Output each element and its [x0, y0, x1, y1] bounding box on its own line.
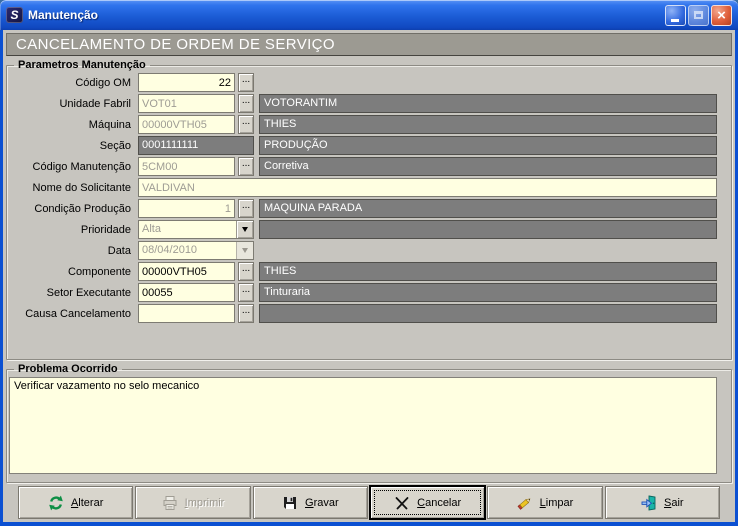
prioridade-label: Prioridade — [9, 224, 138, 236]
change-icon — [48, 495, 64, 511]
parametros-group: Parametros Manutenção Código OM ... Unid… — [6, 59, 732, 360]
page-title: CANCELAMENTO DE ORDEM DE SERVIÇO — [6, 33, 732, 56]
codigo-manutencao-lookup-button[interactable]: ... — [238, 157, 254, 176]
condicao-producao-input — [138, 199, 235, 218]
condicao-producao-display: MAQUINA PARADA — [259, 199, 717, 218]
nome-solicitante-label: Nome do Solicitante — [9, 182, 138, 194]
problema-group: Problema Ocorrido Verificar vazamento no… — [6, 363, 732, 483]
componente-input[interactable] — [138, 262, 235, 281]
row-nome-solicitante: Nome do Solicitante — [9, 178, 717, 197]
causa-cancelamento-input[interactable] — [138, 304, 235, 323]
secao-label: Seção — [9, 140, 138, 152]
row-codigo-manutencao: Código Manutenção ... Corretiva — [9, 157, 717, 176]
codigo-om-label: Código OM — [9, 77, 138, 89]
maquina-label: Máquina — [9, 119, 138, 131]
maximize-button — [688, 5, 709, 26]
minimize-icon — [671, 19, 679, 22]
maquina-input — [138, 115, 235, 134]
window-title: Manutenção — [28, 8, 663, 22]
row-causa-cancelamento: Causa Cancelamento ... — [9, 304, 717, 323]
secao-value: 0001111111 — [138, 136, 254, 155]
limpar-button[interactable]: Limpar — [487, 486, 602, 519]
cancel-icon — [394, 495, 410, 511]
exit-icon — [641, 495, 657, 511]
clear-icon — [517, 495, 533, 511]
codigo-om-input[interactable] — [138, 73, 235, 92]
unidade-fabril-label: Unidade Fabril — [9, 98, 138, 110]
causa-cancelamento-label: Causa Cancelamento — [9, 308, 138, 320]
unidade-fabril-input — [138, 94, 235, 113]
chevron-down-icon — [236, 242, 253, 259]
unidade-fabril-lookup-button[interactable]: ... — [238, 94, 254, 113]
setor-executante-label: Setor Executante — [9, 287, 138, 299]
nome-solicitante-input — [138, 178, 717, 197]
codigo-om-lookup-button[interactable]: ... — [238, 73, 254, 92]
alterar-button[interactable]: Alterar — [18, 486, 133, 519]
row-componente: Componente ... THIES — [9, 262, 717, 281]
minimize-button[interactable] — [665, 5, 686, 26]
save-icon — [282, 495, 298, 511]
gravar-button[interactable]: Gravar — [253, 486, 368, 519]
data-label: Data — [9, 245, 138, 257]
problema-textarea[interactable]: Verificar vazamento no selo mecanico — [9, 377, 717, 474]
componente-lookup-button[interactable]: ... — [238, 262, 254, 281]
chevron-down-icon[interactable] — [236, 221, 253, 238]
codigo-manutencao-input — [138, 157, 235, 176]
row-condicao-producao: Condição Produção ... MAQUINA PARADA — [9, 199, 717, 218]
causa-cancelamento-display — [259, 304, 717, 323]
imprimir-button: Imprimir — [135, 486, 250, 519]
row-codigo-om: Código OM ... — [9, 73, 717, 92]
sair-label: Sair — [664, 497, 684, 509]
causa-cancelamento-lookup-button[interactable]: ... — [238, 304, 254, 323]
imprimir-label: Imprimir — [185, 497, 225, 509]
close-icon: × — [717, 8, 726, 23]
limpar-label: Limpar — [540, 497, 574, 509]
componente-label: Componente — [9, 266, 138, 278]
prioridade-display — [259, 220, 717, 239]
condicao-producao-lookup-button[interactable]: ... — [238, 199, 254, 218]
componente-display: THIES — [259, 262, 717, 281]
problema-group-title: Problema Ocorrido — [14, 363, 122, 375]
maquina-display: THIES — [259, 115, 717, 134]
data-value: 08/04/2010 — [139, 242, 236, 259]
close-button[interactable]: × — [711, 5, 732, 26]
codigo-manutencao-display: Corretiva — [259, 157, 717, 176]
sair-button[interactable]: Sair — [605, 486, 720, 519]
condicao-producao-label: Condição Produção — [9, 203, 138, 215]
window-body: CANCELAMENTO DE ORDEM DE SERVIÇO Paramet… — [3, 30, 735, 522]
row-secao: Seção 0001111111 PRODUÇÃO — [9, 136, 717, 155]
alterar-label: Alterar — [71, 497, 103, 509]
secao-display: PRODUÇÃO — [259, 136, 717, 155]
app-window: S Manutenção × CANCELAMENTO DE ORDEM DE … — [0, 0, 738, 526]
unidade-fabril-display: VOTORANTIM — [259, 94, 717, 113]
cancelar-button[interactable]: Cancelar — [370, 486, 485, 519]
setor-executante-lookup-button[interactable]: ... — [238, 283, 254, 302]
maximize-icon — [694, 11, 703, 19]
titlebar: S Manutenção × — [0, 0, 738, 30]
print-icon — [162, 495, 178, 511]
maquina-lookup-button[interactable]: ... — [238, 115, 254, 134]
setor-executante-display: Tinturaria — [259, 283, 717, 302]
row-setor-executante: Setor Executante ... Tinturaria — [9, 283, 717, 302]
app-icon: S — [6, 7, 23, 23]
row-data: Data 08/04/2010 — [9, 241, 717, 260]
parametros-group-title: Parametros Manutenção — [14, 59, 150, 71]
prioridade-select[interactable]: Alta — [138, 220, 254, 239]
window-controls: × — [663, 5, 732, 26]
toolbar: Alterar Imprimir Gr — [6, 486, 732, 519]
data-select: 08/04/2010 — [138, 241, 254, 260]
setor-executante-input[interactable] — [138, 283, 235, 302]
row-prioridade: Prioridade Alta — [9, 220, 717, 239]
codigo-manutencao-label: Código Manutenção — [9, 161, 138, 173]
prioridade-value: Alta — [139, 221, 236, 238]
gravar-label: Gravar — [305, 497, 339, 509]
row-maquina: Máquina ... THIES — [9, 115, 717, 134]
row-unidade-fabril: Unidade Fabril ... VOTORANTIM — [9, 94, 717, 113]
cancelar-label: Cancelar — [417, 497, 461, 509]
